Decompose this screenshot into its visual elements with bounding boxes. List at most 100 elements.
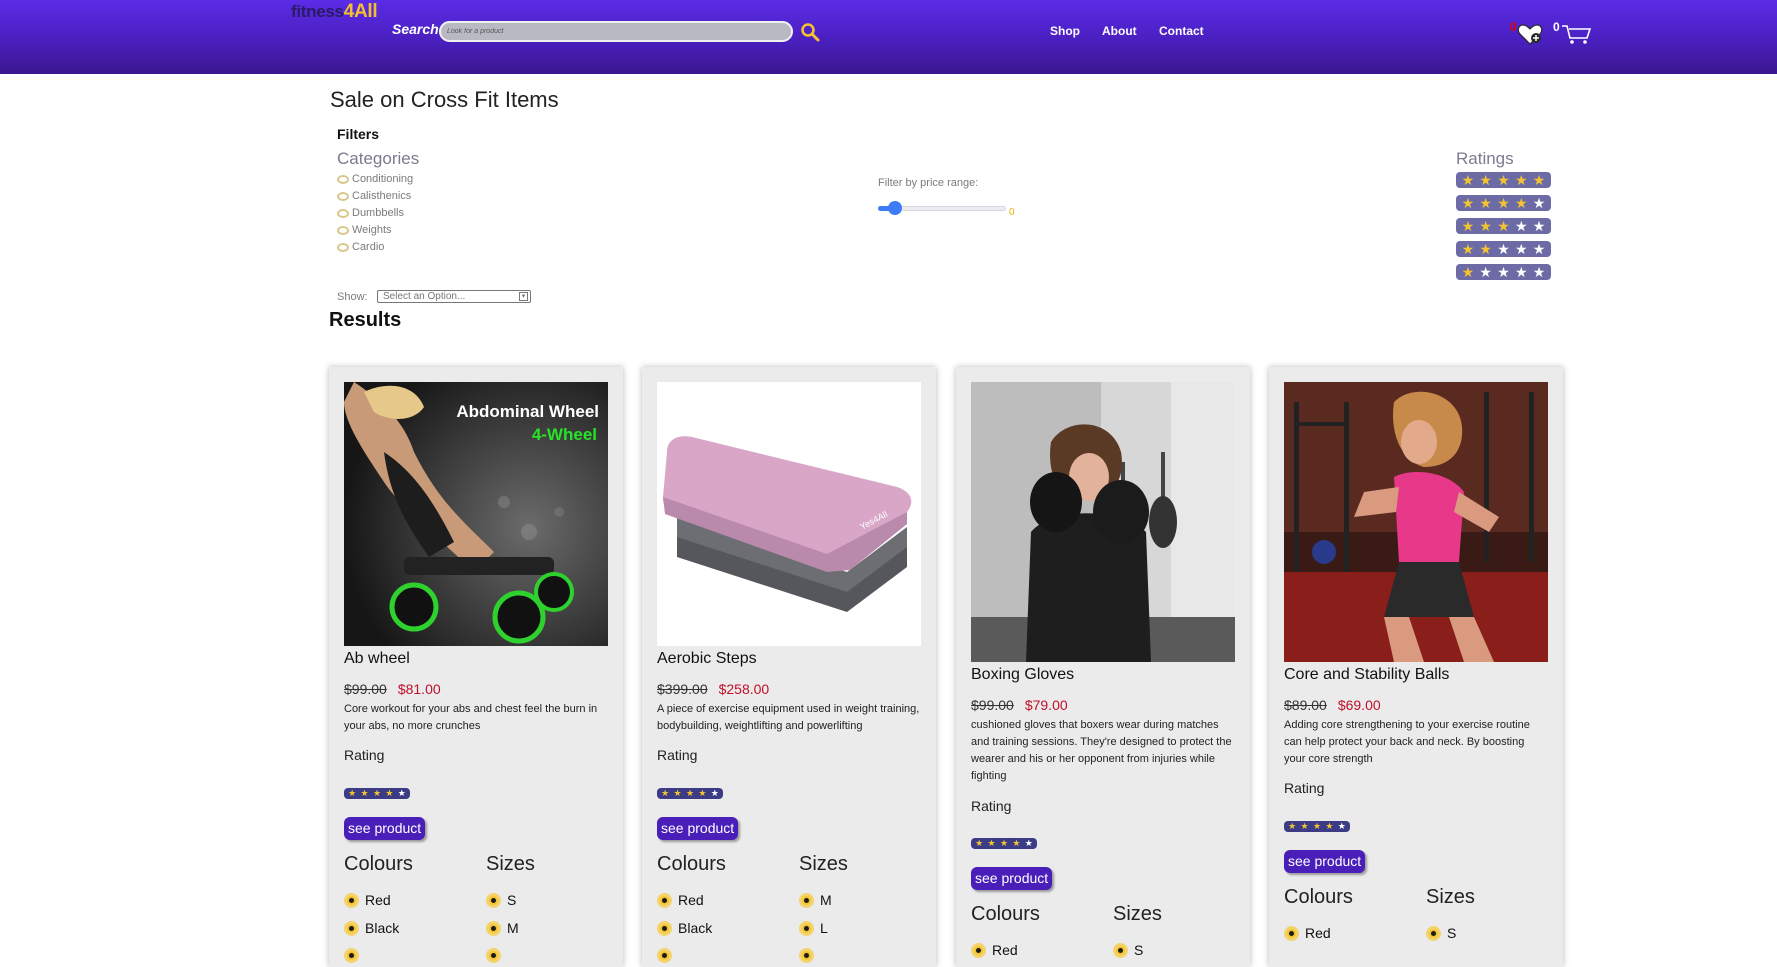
search-button[interactable] [800,22,820,42]
star-icon: ★ [1288,821,1297,831]
option-radio[interactable] [799,892,814,908]
colour-option-partial[interactable] [344,948,365,963]
colours-heading: Colours [657,853,726,875]
product-image[interactable] [971,382,1235,662]
category-radio[interactable] [337,208,349,218]
option-radio[interactable] [486,948,501,963]
option-radio[interactable] [486,920,501,936]
option-label: L [820,920,828,936]
option-radio[interactable] [799,920,814,936]
product-name[interactable]: Core and Stability Balls [1284,666,1449,684]
size-option-s[interactable]: S [1426,925,1456,941]
star-icon: ★ [1461,264,1475,280]
see-product-button[interactable]: see product [657,817,739,840]
show-select[interactable]: Select an Option... ▾ [377,290,531,303]
sizes-heading: Sizes [486,853,535,875]
nav-shop[interactable]: Shop [1050,24,1080,38]
see-product-button[interactable]: see product [971,867,1053,890]
category-calisthenics[interactable]: Calisthenics [337,190,411,202]
price-row: $99.00 $79.00 [971,697,1068,713]
see-product-button[interactable]: see product [344,817,426,840]
rating-filter-1[interactable]: ★ ★ ★ ★ ★ [1456,264,1551,280]
option-radio[interactable] [657,892,672,908]
option-radio[interactable] [1426,925,1441,941]
star-icon: ★ [673,788,682,798]
nav-about[interactable]: About [1102,24,1137,38]
nav-contact[interactable]: Contact [1159,24,1204,38]
option-label: Red [365,892,391,908]
star-icon: ★ [1515,264,1528,280]
colour-option-black[interactable]: Black [344,920,399,936]
results-heading: Results [329,309,402,331]
rating-filter-4[interactable]: ★ ★ ★ ★ ★ [1456,195,1551,211]
product-name[interactable]: Ab wheel [344,650,410,668]
colour-option-red[interactable]: Red [657,892,704,908]
option-radio[interactable] [799,948,814,963]
product-image[interactable]: Yes4All [657,382,921,646]
rating-filter-2[interactable]: ★ ★ ★ ★ ★ [1456,241,1551,257]
rating-filter-5[interactable]: ★ ★ ★ ★ ★ [1456,172,1551,188]
product-card: Core and Stability Balls $89.00 $69.00 A… [1269,367,1563,967]
star-icon: ★ [1337,821,1346,831]
sale-price: $258.00 [718,681,770,697]
product-card: Yes4All Aerobic Steps $399.00 $258.00 A … [642,367,936,967]
star-icon: ★ [1461,195,1475,211]
category-dumbbells[interactable]: Dumbbells [337,207,404,219]
size-option-s[interactable]: S [1113,942,1143,958]
category-radio[interactable] [337,174,349,184]
cart-button[interactable] [1561,23,1592,50]
colour-option-partial[interactable] [657,948,678,963]
colour-option-red[interactable]: Red [1284,925,1331,941]
sale-price: $79.00 [1024,697,1068,713]
size-option-s[interactable]: S [486,892,516,908]
option-label: S [1447,925,1457,941]
option-radio[interactable] [657,920,672,936]
size-option-partial[interactable] [486,948,507,963]
star-icon: ★ [1479,218,1492,234]
product-description: Adding core strengthening to your exerci… [1284,719,1530,765]
size-option-m[interactable]: M [486,920,519,936]
see-product-button[interactable]: see product [1284,850,1366,873]
price-slider-handle[interactable] [888,201,902,215]
category-cardio[interactable]: Cardio [337,241,384,253]
colour-option-red[interactable]: Red [344,892,391,908]
product-image[interactable]: Abdominal Wheel 4-Wheel [344,382,608,646]
option-radio[interactable] [657,948,672,963]
colours-heading: Colours [971,903,1040,925]
product-card: Abdominal Wheel 4-Wheel Ab wheel $99.00 … [329,367,623,967]
colour-option-red[interactable]: Red [971,942,1018,958]
rating-filter-3[interactable]: ★ ★ ★ ★ ★ [1456,218,1551,234]
product-name[interactable]: Boxing Gloves [971,666,1074,684]
star-icon: ★ [1479,241,1492,257]
option-radio[interactable] [344,892,359,908]
option-label: Red [678,892,704,908]
option-radio[interactable] [486,892,501,908]
option-radio[interactable] [344,920,359,936]
category-radio[interactable] [337,242,349,252]
star-icon: ★ [1461,241,1475,257]
product-name[interactable]: Aerobic Steps [657,650,757,668]
search-input[interactable] [439,21,793,42]
star-icon: ★ [1515,172,1528,188]
colour-option-black[interactable]: Black [657,920,712,936]
option-radio[interactable] [1284,925,1299,941]
size-option-partial[interactable] [799,948,820,963]
star-icon: ★ [1532,264,1546,280]
star-icon: ★ [1461,218,1475,234]
option-radio[interactable] [1113,942,1128,958]
category-conditioning[interactable]: Conditioning [337,173,413,185]
category-radio[interactable] [337,191,349,201]
option-label: S [1134,942,1144,958]
size-option-l[interactable]: L [799,920,828,936]
product-image[interactable] [1284,382,1548,662]
option-radio[interactable] [971,942,986,958]
site-logo[interactable]: fitness4All [291,1,378,23]
category-weights[interactable]: Weights [337,224,392,236]
wishlist-button[interactable] [1517,22,1543,51]
star-icon: ★ [1024,838,1033,848]
category-radio[interactable] [337,225,349,235]
star-icon: ★ [1532,195,1546,211]
size-option-m[interactable]: M [799,892,832,908]
product-rating: ★ ★ ★ ★ ★ [1284,821,1350,832]
option-radio[interactable] [344,948,359,963]
